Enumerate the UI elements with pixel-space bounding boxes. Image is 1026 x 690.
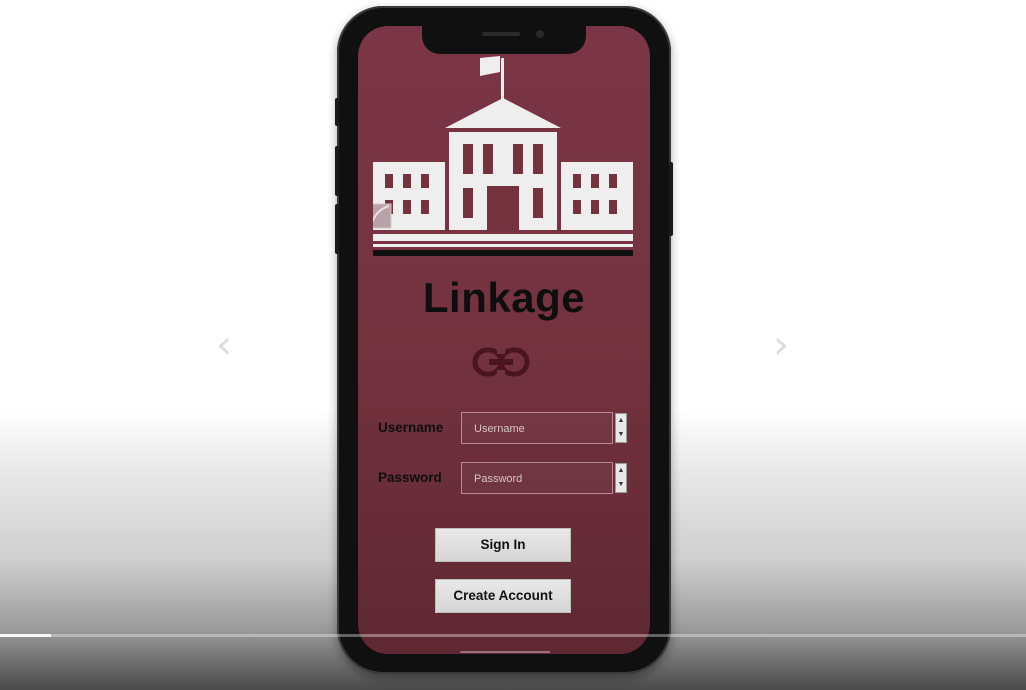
sign-in-button[interactable]: Sign In [435,528,571,562]
school-building-icon [373,56,633,256]
username-row: Username Username ▲ ▼ [358,412,650,446]
phone-mute-switch [335,98,339,126]
phone-notch [422,26,586,54]
password-label: Password [378,470,442,485]
phone-power-button [669,162,673,236]
speaker-grille [482,32,520,36]
username-spinner[interactable]: ▲ ▼ [615,413,627,443]
password-row: Password Password ▲ ▼ [358,462,650,496]
create-account-button[interactable]: Create Account [435,579,571,613]
carousel-prev-button[interactable]: ‹ [213,325,235,365]
phone-volume-up-button [335,146,339,196]
username-field[interactable]: Username [461,412,613,444]
chevron-left-icon: ‹ [216,322,232,368]
app-title: Linkage [422,274,586,321]
video-progress-bar[interactable] [0,634,1026,637]
link-icon [472,347,530,377]
phone-frame: Linkage Username Username ▲ ▼ Password P… [335,6,673,674]
spinner-down-icon[interactable]: ▼ [616,428,626,442]
password-field[interactable]: Password [461,462,613,494]
carousel-next-button[interactable]: › [770,325,792,365]
phone-volume-down-button [335,204,339,254]
chevron-right-icon: › [773,322,789,368]
username-label: Username [378,420,444,435]
home-indicator [460,651,550,653]
app-screen: Linkage Username Username ▲ ▼ Password P… [358,26,650,654]
video-progress-fill [0,634,52,637]
spinner-down-icon[interactable]: ▼ [616,478,626,492]
front-camera [536,30,544,38]
spinner-up-icon[interactable]: ▲ [616,464,626,478]
password-spinner[interactable]: ▲ ▼ [615,463,627,493]
spinner-up-icon[interactable]: ▲ [616,414,626,428]
